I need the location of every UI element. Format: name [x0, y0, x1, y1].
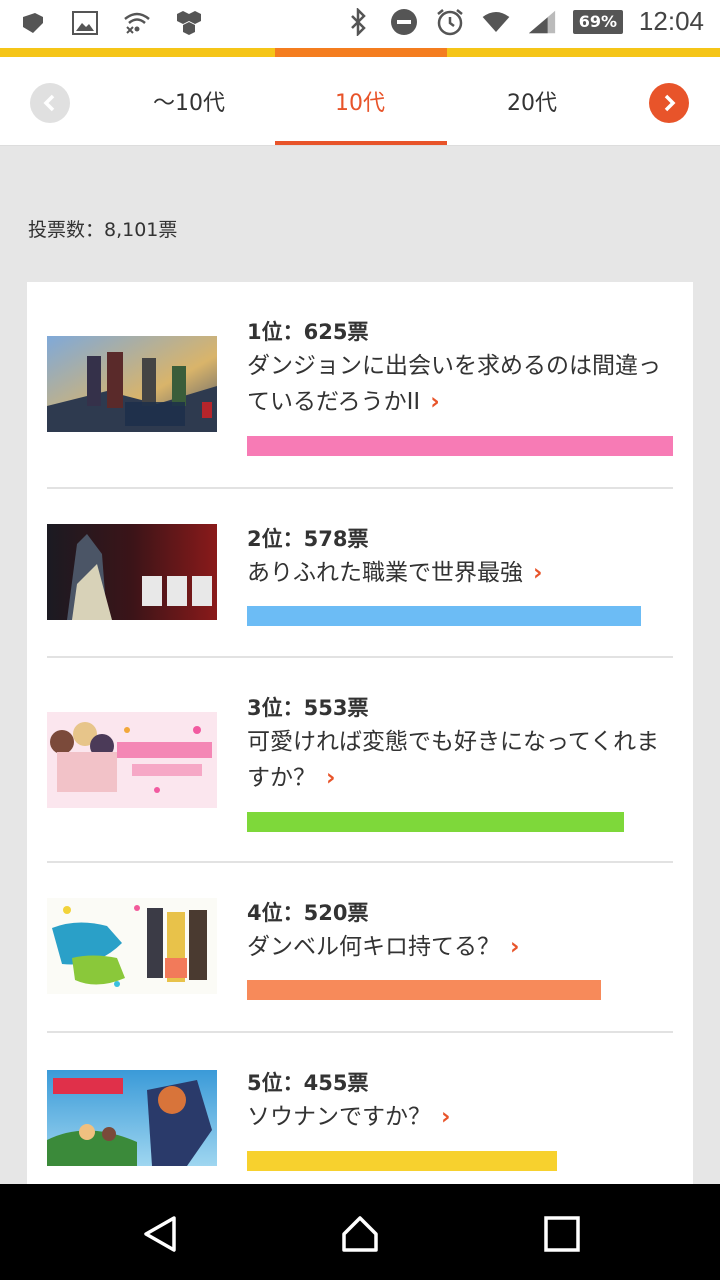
- rank-label: 3位：553票: [247, 696, 369, 720]
- cast-icon: [18, 8, 48, 38]
- alarm-icon: [435, 7, 465, 37]
- vote-bar: [247, 436, 673, 456]
- ranking-card: 1位：625票 ダンジョンに出会いを求めるのは間違っているだろうかII › 2位：…: [27, 282, 693, 1192]
- anime-title[interactable]: ありふれた職業で世界最強 ›: [247, 555, 667, 591]
- age-tabs: 〜10代 10代 20代: [0, 57, 720, 146]
- rank-label: 1位：625票: [247, 320, 369, 344]
- tab-under-10[interactable]: 〜10代: [104, 85, 274, 117]
- chevron-right-icon: ›: [510, 934, 520, 960]
- anime-title[interactable]: ダンベル何キロ持てる？ ›: [247, 929, 667, 965]
- tab-20s[interactable]: 20代: [447, 85, 617, 117]
- tab-indicator: [275, 141, 447, 145]
- chevron-right-icon: ›: [430, 389, 440, 415]
- thumbnail-image: [47, 712, 217, 808]
- chevron-right-icon[interactable]: [649, 83, 689, 123]
- thumbnail-image: [47, 898, 217, 994]
- status-bar: 69% 12:04: [0, 0, 720, 48]
- anime-title[interactable]: 可愛ければ変態でも好きになってくれますか？ ›: [247, 724, 667, 796]
- rank-label: 2位：578票: [247, 527, 369, 551]
- vote-count: 投票数：8,101票: [28, 219, 178, 241]
- ranking-item[interactable]: 4位：520票 ダンベル何キロ持てる？ ›: [47, 863, 673, 1031]
- chevron-left-icon[interactable]: [30, 83, 70, 123]
- back-icon[interactable]: [140, 1214, 180, 1254]
- chevron-right-icon: ›: [326, 765, 336, 791]
- anime-title-text: 可愛ければ変態でも好きになってくれますか？: [247, 729, 660, 791]
- vote-bar: [247, 606, 641, 626]
- battery-icon: 69%: [572, 9, 623, 34]
- vote-bar: [247, 1151, 557, 1171]
- image-icon: [70, 8, 100, 38]
- ranking-item[interactable]: 2位：578票 ありふれた職業で世界最強 ›: [47, 489, 673, 657]
- wifi-off-icon: [122, 8, 152, 38]
- thumbnail-image: [47, 336, 217, 432]
- anime-title[interactable]: ソウナンですか？ ›: [247, 1099, 667, 1135]
- home-icon[interactable]: [340, 1214, 380, 1254]
- vote-bar: [247, 812, 624, 832]
- bluetooth-icon: [343, 7, 373, 37]
- thumbnail-image: [47, 524, 217, 620]
- recents-icon[interactable]: [542, 1214, 582, 1254]
- rank-label: 4位：520票: [247, 901, 369, 925]
- anime-title[interactable]: ダンジョンに出会いを求めるのは間違っているだろうかII ›: [247, 348, 667, 420]
- chevron-right-icon: ›: [533, 560, 543, 586]
- wifi-icon: [481, 7, 511, 37]
- anime-title-text: ダンジョンに出会いを求めるのは間違っているだろうかII: [247, 353, 661, 415]
- signal-icon: [527, 7, 557, 37]
- vote-bar: [247, 980, 601, 1000]
- navigation-bar: [0, 1184, 720, 1280]
- thumbnail-image: [47, 1070, 217, 1166]
- anime-title-text: ダンベル何キロ持てる？: [247, 934, 500, 960]
- dnd-icon: [389, 7, 419, 37]
- clock: 12:04: [638, 6, 704, 36]
- ranking-item[interactable]: 1位：625票 ダンジョンに出会いを求めるのは間違っているだろうかII ›: [47, 282, 673, 487]
- chevron-right-icon: ›: [441, 1104, 451, 1130]
- rank-label: 5位：455票: [247, 1071, 369, 1095]
- accent-bar-active: [275, 48, 447, 57]
- hex-icon: [174, 8, 204, 38]
- battery-level: 69%: [572, 9, 623, 34]
- ranking-item[interactable]: 3位：553票 可愛ければ変態でも好きになってくれますか？ ›: [47, 658, 673, 861]
- anime-title-text: ソウナンですか？: [247, 1104, 431, 1130]
- ranking-item[interactable]: 5位：455票 ソウナンですか？ ›: [47, 1033, 673, 1192]
- anime-title-text: ありふれた職業で世界最強: [247, 560, 523, 586]
- tab-10s[interactable]: 10代: [275, 85, 445, 117]
